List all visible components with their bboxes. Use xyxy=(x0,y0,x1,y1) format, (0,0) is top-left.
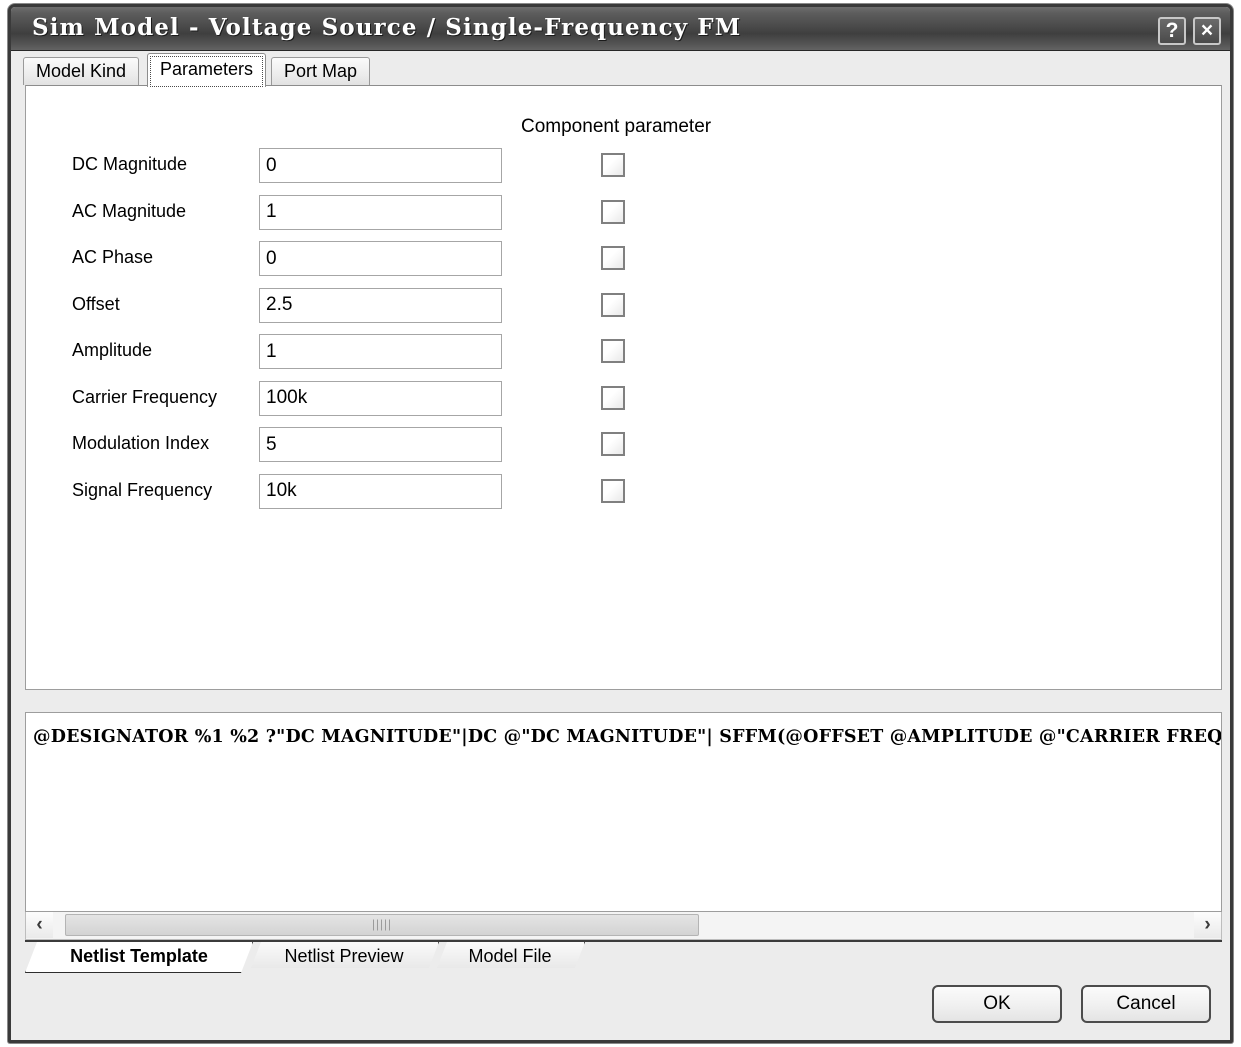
component-parameter-checkbox[interactable] xyxy=(601,478,625,503)
bottom-tab-label: Model File xyxy=(468,946,552,966)
close-button[interactable]: × xyxy=(1193,17,1221,45)
help-button[interactable]: ? xyxy=(1158,17,1186,45)
tab-label: Model Kind xyxy=(36,61,127,81)
parameter-label: Offset xyxy=(72,293,120,314)
tab-parameters[interactable]: Parameters xyxy=(147,53,267,87)
parameter-label: AC Phase xyxy=(72,247,154,267)
parameter-row: AC Phase xyxy=(26,239,1221,276)
parameter-value-input[interactable] xyxy=(259,473,502,509)
scrollbar-grip-icon xyxy=(373,919,391,931)
parameter-value-input[interactable] xyxy=(259,380,502,416)
parameter-row: DC Magnitude xyxy=(26,146,1221,183)
parameter-value-input[interactable] xyxy=(259,427,502,462)
window-title: Sim Model - Voltage Source / Single-Freq… xyxy=(32,14,742,41)
ok-button[interactable]: OK xyxy=(932,985,1062,1023)
horizontal-scrollbar[interactable]: ‹ › xyxy=(25,912,1222,940)
tab-port-map[interactable]: Port Map xyxy=(271,57,371,85)
parameter-label: Carrier Frequency xyxy=(72,386,218,407)
netlist-template-box[interactable]: @DESIGNATOR %1 %2 ?"DC MAGNITUDE"|DC @"D… xyxy=(25,712,1222,912)
component-parameter-header: Component parameter xyxy=(521,116,712,137)
parameter-value-input[interactable] xyxy=(259,241,502,276)
parameter-label: Signal Frequency xyxy=(72,479,213,500)
parameter-value-input[interactable] xyxy=(259,194,502,230)
component-parameter-checkbox[interactable] xyxy=(601,339,625,363)
netlist-template-text: @DESIGNATOR %1 %2 ?"DC MAGNITUDE"|DC @"D… xyxy=(33,727,1222,747)
component-parameter-checkbox[interactable] xyxy=(601,432,625,456)
component-parameter-checkbox[interactable] xyxy=(601,199,625,224)
scroll-right-arrow-icon[interactable]: › xyxy=(1194,912,1221,938)
parameter-label: Modulation Index xyxy=(72,433,210,453)
tab-label: Parameters xyxy=(160,59,254,79)
parameter-row: Carrier Frequency xyxy=(26,379,1221,416)
parameter-row: Modulation Index xyxy=(26,425,1221,462)
bottom-tab-label: Netlist Preview xyxy=(284,946,404,966)
cancel-button[interactable]: Cancel xyxy=(1081,985,1211,1023)
parameters-panel: Component parameter DC Magnitude AC Magni… xyxy=(25,85,1222,690)
parameter-label: AC Magnitude xyxy=(72,200,187,221)
parameter-row: Offset xyxy=(26,286,1221,323)
tab-label: Port Map xyxy=(284,61,358,81)
parameter-value-input[interactable] xyxy=(259,287,502,323)
component-parameter-checkbox[interactable] xyxy=(601,385,625,410)
parameter-value-input[interactable] xyxy=(259,334,502,369)
component-parameter-checkbox[interactable] xyxy=(601,246,625,270)
title-bar: Sim Model - Voltage Source / Single-Freq… xyxy=(11,7,1230,51)
component-parameter-checkbox[interactable] xyxy=(601,153,625,177)
dialog-footer: OK Cancel xyxy=(11,968,1230,1040)
tab-model-kind[interactable]: Model Kind xyxy=(23,57,140,85)
bottom-tab-label: Netlist Template xyxy=(70,946,208,966)
parameter-label: DC Magnitude xyxy=(72,154,188,174)
bottom-tab-netlist-template[interactable]: Netlist Template xyxy=(25,942,253,973)
parameter-value-input[interactable] xyxy=(259,148,502,183)
parameter-label: Amplitude xyxy=(72,340,153,360)
parameter-row: AC Magnitude xyxy=(26,193,1221,230)
scrollbar-thumb[interactable] xyxy=(65,914,699,936)
component-parameter-checkbox[interactable] xyxy=(601,292,625,317)
top-tab-strip: Model Kind Parameters Port Map xyxy=(11,51,1230,87)
sim-model-dialog: Sim Model - Voltage Source / Single-Freq… xyxy=(8,4,1233,1043)
parameter-row: Signal Frequency xyxy=(26,472,1221,509)
parameter-row: Amplitude xyxy=(26,332,1221,369)
scroll-left-arrow-icon[interactable]: ‹ xyxy=(26,912,53,938)
